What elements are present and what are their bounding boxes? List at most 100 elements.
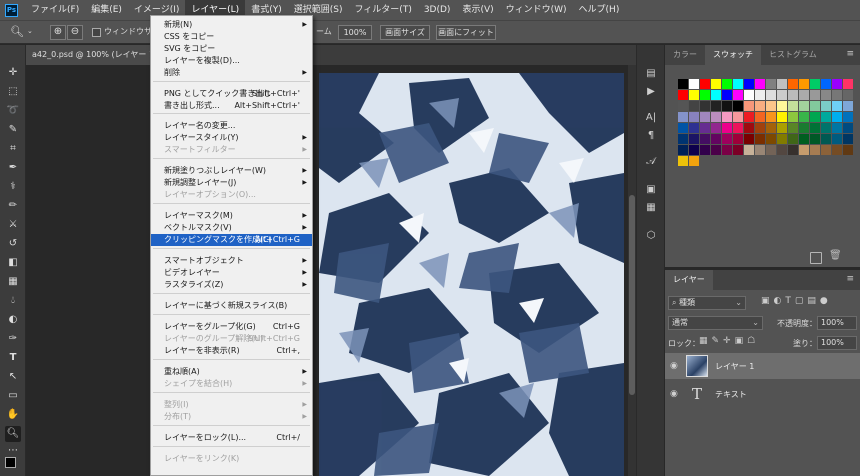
color-swatch[interactable] [689,156,699,166]
color-swatch[interactable] [689,123,699,133]
color-swatch[interactable] [843,101,853,111]
marquee-tool-icon[interactable]: ⬚ [5,84,21,100]
color-swatch[interactable] [821,112,831,122]
color-swatch[interactable] [678,79,688,89]
history-panel-icon[interactable]: ▤ [644,67,658,81]
tab-color[interactable]: カラー [665,45,705,65]
color-swatch[interactable] [700,90,710,100]
eye-icon[interactable]: ◉ [670,361,678,371]
eyedropper-tool-icon[interactable]: ✒ [5,160,21,176]
color-swatch[interactable] [799,90,809,100]
layer-menu-item[interactable]: レイヤーに基づく新規スライス(B) [151,300,312,312]
color-swatch[interactable] [755,134,765,144]
dodge-tool-icon[interactable]: ◐ [5,312,21,328]
menu-item[interactable]: ヘルプ(H) [573,0,626,20]
menu-item[interactable]: ウィンドウ(W) [500,0,573,20]
color-swatch[interactable] [678,101,688,111]
crop-tool-icon[interactable]: ⌗ [5,141,21,157]
color-swatch[interactable] [755,123,765,133]
color-swatch[interactable] [722,145,732,155]
paragraph-panel-icon[interactable]: ¶ [644,129,658,143]
color-swatch[interactable] [788,90,798,100]
color-swatch[interactable] [843,145,853,155]
fill-field[interactable]: 100% [817,336,857,350]
eraser-tool-icon[interactable]: ◧ [5,255,21,271]
color-swatch[interactable] [722,79,732,89]
layer-menu-item[interactable]: レイヤーを複製(D)... [151,55,312,67]
color-swatch[interactable] [678,145,688,155]
color-swatch[interactable] [733,90,743,100]
color-swatch[interactable] [832,101,842,111]
rectangle-tool-icon[interactable]: ▭ [5,388,21,404]
layer-menu-item[interactable]: SVG をコピー [151,43,312,55]
color-swatch[interactable] [777,134,787,144]
menu-item[interactable]: フィルター(T) [348,0,417,20]
layer-menu-item[interactable]: 書き出し形式... Alt+Shift+Ctrl+' [151,100,312,112]
path-select-tool-icon[interactable]: ↖ [5,369,21,385]
layer-menu-item[interactable]: レイヤーをグループ化(G) Ctrl+G [151,321,312,333]
actions-panel-icon[interactable]: ▶ [644,85,658,99]
color-swatch[interactable] [799,145,809,155]
color-swatch[interactable] [843,123,853,133]
color-swatch[interactable] [722,101,732,111]
color-swatch[interactable] [700,145,710,155]
eye-icon[interactable]: ◉ [670,389,678,399]
color-swatch[interactable] [799,134,809,144]
move-tool-icon[interactable]: ✛ [5,65,21,81]
color-swatch[interactable] [766,123,776,133]
color-swatch[interactable] [821,79,831,89]
color-swatch[interactable] [821,145,831,155]
color-swatch[interactable] [700,101,710,111]
color-swatch[interactable] [678,134,688,144]
zoom-tool-icon[interactable]: 🔍︎ [10,25,26,41]
color-swatch[interactable] [722,134,732,144]
layer-menu-item[interactable]: クリッピングマスクを作成(C) Alt+Ctrl+G [151,234,312,246]
color-swatch[interactable] [766,90,776,100]
color-swatch[interactable] [810,123,820,133]
layer-menu-item[interactable]: レイヤーを非表示(R) Ctrl+, [151,345,312,357]
color-swatch[interactable] [810,112,820,122]
layer-menu-item[interactable]: スマートオブジェクト ▶ [151,255,312,267]
layer-menu-item[interactable]: レイヤースタイル(Y) ▶ [151,132,312,144]
color-swatch[interactable] [788,112,798,122]
color-swatch[interactable] [700,79,710,89]
color-swatch[interactable] [788,123,798,133]
color-swatch[interactable] [810,90,820,100]
color-swatch[interactable] [843,134,853,144]
color-swatch[interactable] [832,112,842,122]
color-swatch[interactable] [788,134,798,144]
zoom-tool-icon[interactable]: 🔍︎ [5,426,21,442]
opacity-field[interactable]: 100% [817,316,857,330]
color-swatch[interactable] [832,90,842,100]
layer-menu-item[interactable]: 削除 ▶ [151,67,312,79]
color-swatch[interactable] [744,112,754,122]
color-swatch[interactable] [788,101,798,111]
menu-item[interactable]: ファイル(F) [25,0,85,20]
color-swatch[interactable] [733,145,743,155]
layer-kind-filter[interactable]: ⌕ 種類 ⌄ [668,296,746,310]
color-swatch[interactable] [689,90,699,100]
gradient-tool-icon[interactable]: ▦ [5,274,21,290]
zoom-out-icon[interactable]: ⊖ [67,25,83,40]
layer-menu-item[interactable]: PNG としてクイック書き出し Shift+Ctrl+' [151,88,312,100]
menu-item[interactable]: 3D(D) [418,0,457,20]
document-tab[interactable]: a42_0.psd @ 100% (レイヤー 1, RGB [26,45,150,65]
color-swatch[interactable] [711,79,721,89]
color-swatch[interactable] [711,134,721,144]
color-swatch[interactable] [766,145,776,155]
lasso-tool-icon[interactable]: ➰ [5,103,21,119]
color-swatch[interactable] [788,145,798,155]
color-swatch[interactable] [777,112,787,122]
layer-menu-item[interactable]: 新規(N) ▶ [151,19,312,31]
color-swatch[interactable] [810,145,820,155]
color-swatch[interactable] [700,123,710,133]
color-swatch[interactable] [700,112,710,122]
color-swatch[interactable] [733,79,743,89]
fit-screen-button[interactable]: 画面にフィット [436,25,496,40]
hand-tool-icon[interactable]: ✋ [5,407,21,423]
blur-tool-icon[interactable]: 💧︎ [5,293,21,309]
panel-menu-icon[interactable]: ≡ [846,49,854,59]
color-swatch[interactable] [678,123,688,133]
blend-mode-select[interactable]: 通常 ⌄ [668,316,763,330]
color-swatch[interactable] [777,79,787,89]
